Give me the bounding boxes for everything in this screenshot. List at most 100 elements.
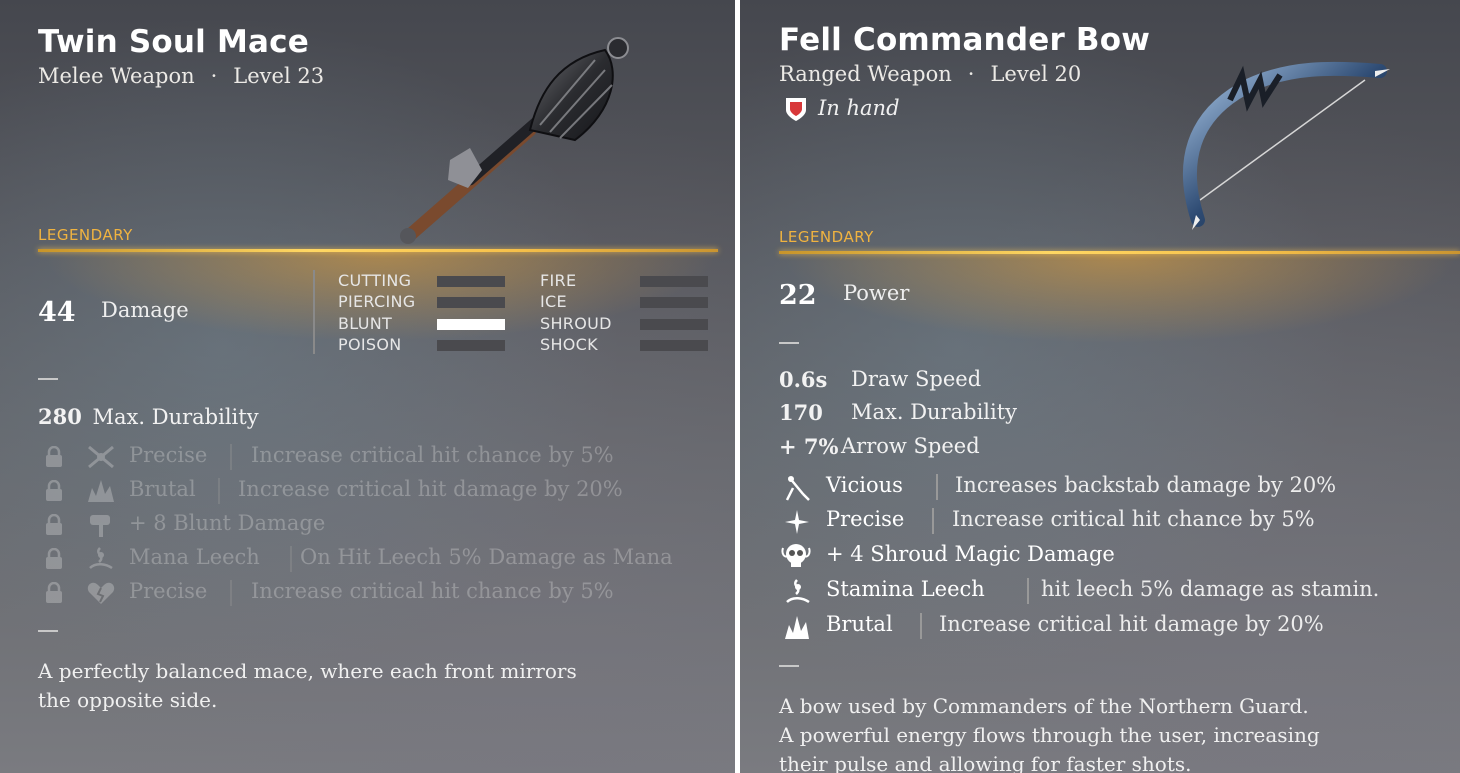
stat-row: + 7% <box>779 434 838 459</box>
perk-name: Precise <box>826 507 905 531</box>
perk-name: Mana Leech <box>129 545 260 569</box>
damage-bar-shroud <box>640 319 708 330</box>
backstab-icon <box>783 474 810 501</box>
perk-row[interactable]: Brutal Increase critical hit damage by 2… <box>0 476 735 506</box>
damage-bar-piercing <box>437 297 505 308</box>
damage-bar-blunt <box>437 319 505 330</box>
perk-description: On Hit Leech 5% Damage as Mana <box>300 545 673 569</box>
lore-text: A bow used by Commanders of the Northern… <box>779 692 1320 773</box>
skull-icon <box>781 542 811 567</box>
damage-type-piercing: PIERCING <box>338 292 416 311</box>
stat-label: Max. Durability <box>851 400 1018 424</box>
damage-bar-ice <box>640 297 708 308</box>
right-item-card: Fell Commander Bow Ranged Weapon · Level 2… <box>740 0 1460 773</box>
perk-name: Stamina Leech <box>826 577 985 601</box>
perk-name: Precise <box>129 579 208 603</box>
damage-type-blunt: BLUNT <box>338 314 393 333</box>
perk-name: Brutal <box>826 612 893 636</box>
stat-label: Draw Speed <box>851 367 982 391</box>
damage-label: Damage <box>101 298 189 322</box>
perk-row[interactable]: Stamina Leech hit leech 5% damage as sta… <box>740 576 1460 606</box>
durability-label: Max. Durability <box>92 405 259 429</box>
stat-value: 170 <box>779 400 823 425</box>
heart-break-icon <box>86 580 115 604</box>
left-item-card: Twin Soul Mace Melee Weapon · Level 23 LEG… <box>0 0 735 773</box>
damage-type-shock: SHOCK <box>540 335 598 354</box>
lore-line: their pulse and allowing for faster shot… <box>779 752 1192 773</box>
perk-row[interactable]: Mana Leech On Hit Leech 5% Damage as Man… <box>0 544 735 574</box>
stat-row: 170 <box>779 400 823 425</box>
section-dash <box>779 665 799 667</box>
lore-line: A perfectly balanced mace, where each fr… <box>38 659 577 683</box>
perk-row[interactable]: Precise Increase critical hit chance by … <box>0 578 735 608</box>
perk-description: Increase critical hit chance by 5% <box>251 579 614 603</box>
damage-type-ice: ICE <box>540 292 567 311</box>
lore-text: A perfectly balanced mace, where each fr… <box>38 657 577 715</box>
lock-icon <box>44 513 68 538</box>
item-subtitle: Ranged Weapon · Level 20 <box>779 62 1082 86</box>
power-label: Power <box>843 281 910 305</box>
perk-row[interactable]: Brutal Increase critical hit damage by 2… <box>740 611 1460 641</box>
perk-name: + 4 Shroud Magic Damage <box>826 542 1115 566</box>
burst-icon <box>783 613 809 639</box>
perk-description: Increase critical hit chance by 5% <box>952 507 1315 531</box>
damage-type-poison: POISON <box>338 335 402 354</box>
lore-line: A powerful energy flows through the user… <box>779 723 1320 747</box>
shield-hand-icon <box>783 96 809 126</box>
sparkle-icon <box>783 508 809 534</box>
item-level: Level 23 <box>233 64 325 88</box>
durability-value: 280 <box>38 404 82 429</box>
item-title: Fell Commander Bow <box>779 22 1151 58</box>
lore-line: A bow used by Commanders of the Northern… <box>779 694 1309 718</box>
leech-icon <box>86 546 113 570</box>
perk-row[interactable]: + 8 Blunt Damage <box>0 510 735 540</box>
durability-stat: 280 Max. Durability <box>38 404 259 429</box>
mace-icon <box>400 37 629 244</box>
section-dash <box>38 630 58 632</box>
rarity-label: LEGENDARY <box>779 228 874 246</box>
damage-value: 44 <box>38 297 76 328</box>
damage-type-shroud: SHROUD <box>540 314 612 333</box>
burst-icon <box>86 478 114 502</box>
damage-bar-shock <box>640 340 708 351</box>
section-dash <box>38 378 58 380</box>
lock-icon <box>44 547 68 572</box>
perk-name: Vicious <box>826 473 903 497</box>
bow-icon <box>1182 61 1390 230</box>
damage-bar-fire <box>640 276 708 287</box>
damage-type-cutting: CUTTING <box>338 271 412 290</box>
lore-line: the opposite side. <box>38 688 218 712</box>
item-type: Ranged Weapon <box>779 62 952 86</box>
stats-separator <box>313 270 315 354</box>
stat-value: + 7% <box>779 434 839 459</box>
stat-value: 0.6s <box>779 367 828 392</box>
perk-name: Brutal <box>129 477 196 501</box>
stat-row: 0.6s <box>779 367 827 392</box>
stat-label: Arrow Speed <box>841 434 980 458</box>
section-dash <box>779 342 799 344</box>
item-title: Twin Soul Mace <box>38 24 309 60</box>
damage-bar-cutting <box>437 276 505 287</box>
perk-name: Precise <box>129 443 208 467</box>
power-value: 22 <box>779 280 817 311</box>
rarity-divider <box>38 249 718 252</box>
equip-status: In hand <box>818 96 900 120</box>
perk-row[interactable]: Precise Increase critical hit chance by … <box>0 442 735 472</box>
lock-icon <box>44 581 68 606</box>
perk-name: + 8 Blunt Damage <box>129 511 326 535</box>
lock-icon <box>44 479 68 504</box>
perk-row[interactable]: Precise Increase critical hit chance by … <box>740 506 1460 536</box>
rarity-divider <box>779 251 1460 254</box>
perk-row[interactable]: Vicious Increases backstab damage by 20% <box>740 472 1460 502</box>
perk-description: Increase critical hit chance by 5% <box>251 443 614 467</box>
item-type: Melee Weapon <box>38 64 195 88</box>
leech-icon <box>783 578 810 604</box>
damage-bar-poison <box>437 340 505 351</box>
perk-row[interactable]: + 4 Shroud Magic Damage <box>740 541 1460 571</box>
perk-description: Increases backstab damage by 20% <box>955 473 1337 497</box>
perk-description: hit leech 5% damage as stamin. <box>1041 577 1380 601</box>
item-level: Level 20 <box>990 62 1082 86</box>
crossed-swords-icon <box>86 444 114 469</box>
lock-icon <box>44 445 68 470</box>
perk-description: Increase critical hit damage by 20% <box>238 477 623 501</box>
